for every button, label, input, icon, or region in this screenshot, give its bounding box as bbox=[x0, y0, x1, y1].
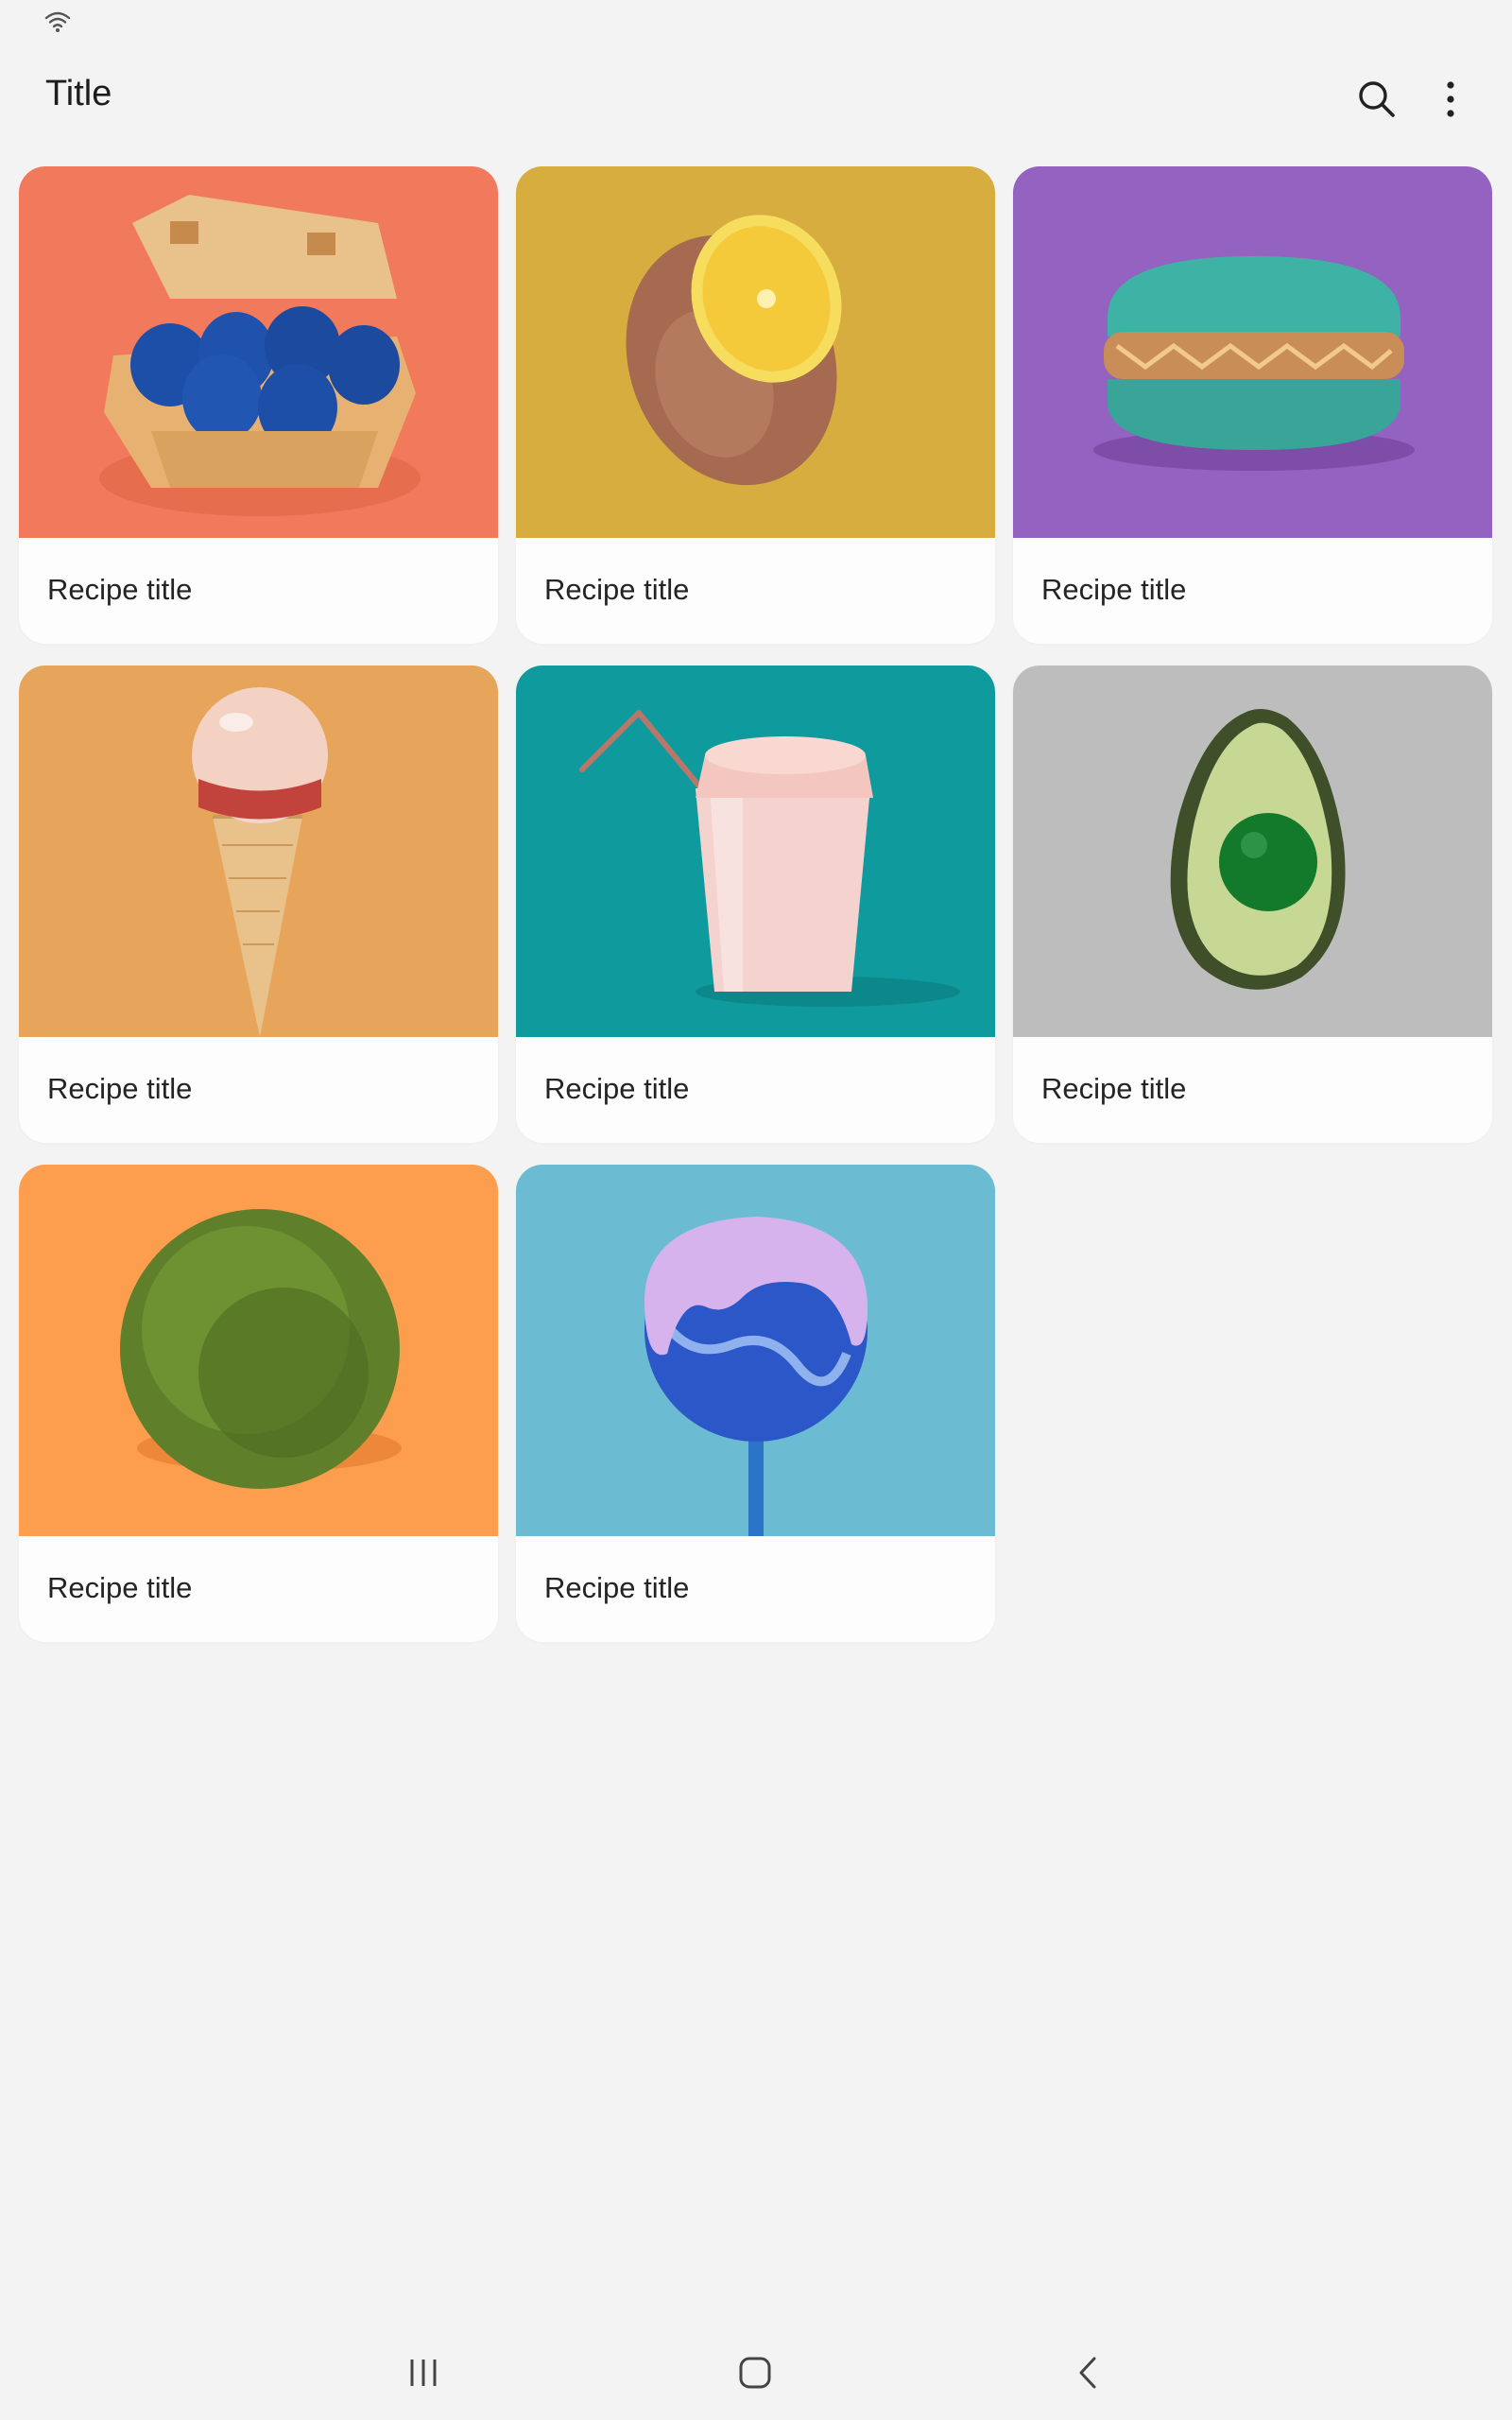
recipe-title: Recipe title bbox=[544, 1072, 690, 1105]
back-button[interactable] bbox=[1055, 2344, 1121, 2401]
recipe-image bbox=[516, 666, 995, 1037]
more-options-button[interactable] bbox=[1427, 76, 1474, 123]
recipe-card[interactable]: Recipe title bbox=[516, 1165, 995, 1642]
recipe-title: Recipe title bbox=[47, 573, 193, 606]
recipe-title: Recipe title bbox=[544, 573, 690, 606]
recipe-image bbox=[516, 166, 995, 538]
status-bar bbox=[0, 0, 1512, 47]
home-button[interactable] bbox=[722, 2344, 788, 2401]
recipe-card[interactable]: Recipe title bbox=[1013, 166, 1492, 644]
recent-apps-button[interactable] bbox=[390, 2344, 456, 2401]
page-title: Title bbox=[45, 74, 112, 113]
wifi-icon bbox=[44, 11, 71, 32]
more-vert-icon bbox=[1447, 81, 1454, 117]
recipe-title: Recipe title bbox=[47, 1072, 193, 1105]
recipe-image bbox=[1013, 666, 1492, 1037]
recipe-card[interactable]: Recipe title bbox=[19, 166, 498, 644]
recipe-card[interactable]: Recipe title bbox=[1013, 666, 1492, 1143]
search-icon bbox=[1359, 81, 1395, 117]
app-bar: Title bbox=[0, 49, 1512, 144]
recipe-title: Recipe title bbox=[47, 1571, 193, 1604]
recipe-title: Recipe title bbox=[1041, 1072, 1187, 1105]
back-icon bbox=[1079, 2357, 1096, 2389]
recipe-image bbox=[1013, 166, 1492, 538]
recipe-card[interactable]: Recipe title bbox=[19, 1165, 498, 1642]
recipe-card[interactable]: Recipe title bbox=[19, 666, 498, 1143]
recipe-image bbox=[19, 166, 498, 538]
recipe-card[interactable]: Recipe title bbox=[516, 166, 995, 644]
recipe-image bbox=[19, 1165, 498, 1536]
search-button[interactable] bbox=[1353, 76, 1400, 123]
home-icon bbox=[739, 2357, 771, 2389]
recipe-image bbox=[19, 666, 498, 1037]
recipe-title: Recipe title bbox=[1041, 573, 1187, 606]
navigation-bar bbox=[0, 2325, 1512, 2420]
recipe-card[interactable]: Recipe title bbox=[516, 666, 995, 1143]
recipe-image bbox=[516, 1165, 995, 1536]
recent-apps-icon bbox=[410, 2360, 437, 2386]
recipe-title: Recipe title bbox=[544, 1571, 690, 1604]
